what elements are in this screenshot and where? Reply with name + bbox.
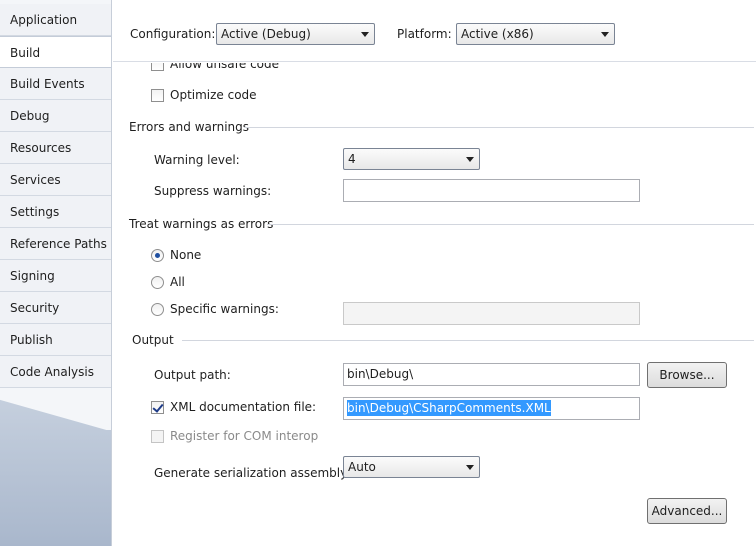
- chevron-down-icon: [601, 32, 609, 37]
- browse-button[interactable]: Browse...: [647, 362, 727, 388]
- treat-all-radio[interactable]: [151, 276, 164, 289]
- configuration-toolbar: Configuration: Active (Debug) Platform: …: [113, 0, 756, 62]
- treat-all-label: All: [170, 275, 185, 289]
- clipped-row: Allow unsafe code: [113, 63, 756, 75]
- chevron-down-icon: [361, 32, 369, 37]
- specific-warnings-input: [343, 302, 640, 325]
- allow-unsafe-checkbox[interactable]: [151, 63, 164, 71]
- errors-warnings-heading: Errors and warnings: [129, 120, 250, 134]
- section-divider: [182, 340, 754, 341]
- tab-build[interactable]: Build: [0, 36, 112, 68]
- output-heading: Output: [132, 333, 174, 347]
- output-path-input[interactable]: bin\Debug\: [343, 363, 640, 386]
- advanced-button[interactable]: Advanced...: [647, 498, 727, 524]
- allow-unsafe-label: Allow unsafe code: [170, 63, 280, 71]
- tab-services[interactable]: Services: [0, 164, 111, 196]
- chevron-down-icon: [466, 157, 474, 162]
- build-settings-panel: Allow unsafe code Optimize code Errors a…: [113, 63, 756, 546]
- warning-level-dropdown[interactable]: 4: [343, 148, 480, 170]
- platform-label: Platform:: [397, 27, 452, 41]
- tab-reference-paths[interactable]: Reference Paths: [0, 228, 111, 260]
- section-divider: [244, 127, 754, 128]
- tab-build-events[interactable]: Build Events: [0, 68, 111, 100]
- treat-none-radio[interactable]: [151, 249, 164, 262]
- xml-documentation-label: XML documentation file:: [170, 400, 317, 414]
- configuration-dropdown[interactable]: Active (Debug): [216, 23, 375, 45]
- serialization-value: Auto: [348, 460, 376, 474]
- serialization-label: Generate serialization assembly:: [154, 466, 351, 480]
- warning-level-label: Warning level:: [154, 153, 240, 167]
- output-path-label: Output path:: [154, 368, 231, 382]
- optimize-code-checkbox[interactable]: [151, 89, 164, 102]
- treat-none-label: None: [170, 248, 202, 262]
- com-interop-label: Register for COM interop: [170, 429, 319, 443]
- xml-documentation-value: bin\Debug\CSharpComments.XML: [347, 400, 551, 416]
- sidebar-divider: [111, 0, 112, 546]
- tab-settings[interactable]: Settings: [0, 196, 111, 228]
- suppress-warnings-input[interactable]: [343, 179, 640, 202]
- configuration-value: Active (Debug): [221, 27, 311, 41]
- tab-list: Application Build Build Events Debug Res…: [0, 4, 112, 388]
- tab-signing[interactable]: Signing: [0, 260, 111, 292]
- platform-dropdown[interactable]: Active (x86): [456, 23, 615, 45]
- configuration-label: Configuration:: [130, 27, 216, 41]
- tab-code-analysis[interactable]: Code Analysis: [0, 356, 111, 388]
- treat-specific-radio[interactable]: [151, 303, 164, 316]
- tab-publish[interactable]: Publish: [0, 324, 111, 356]
- warning-level-value: 4: [348, 152, 356, 166]
- treat-specific-label: Specific warnings:: [170, 302, 279, 316]
- xml-documentation-input[interactable]: bin\Debug\CSharpComments.XML: [343, 397, 640, 420]
- optimize-code-label: Optimize code: [170, 88, 257, 102]
- platform-value: Active (x86): [461, 27, 534, 41]
- com-interop-checkbox: [151, 430, 164, 443]
- tab-security[interactable]: Security: [0, 292, 111, 324]
- treat-warnings-heading: Treat warnings as errors: [129, 217, 274, 231]
- serialization-dropdown[interactable]: Auto: [343, 456, 480, 478]
- sidebar: Application Build Build Events Debug Res…: [0, 0, 112, 546]
- xml-documentation-checkbox[interactable]: [151, 401, 164, 414]
- chevron-down-icon: [466, 465, 474, 470]
- tab-resources[interactable]: Resources: [0, 132, 111, 164]
- suppress-warnings-label: Suppress warnings:: [154, 184, 272, 198]
- tab-debug[interactable]: Debug: [0, 100, 111, 132]
- section-divider: [267, 224, 754, 225]
- tab-application[interactable]: Application: [0, 4, 111, 36]
